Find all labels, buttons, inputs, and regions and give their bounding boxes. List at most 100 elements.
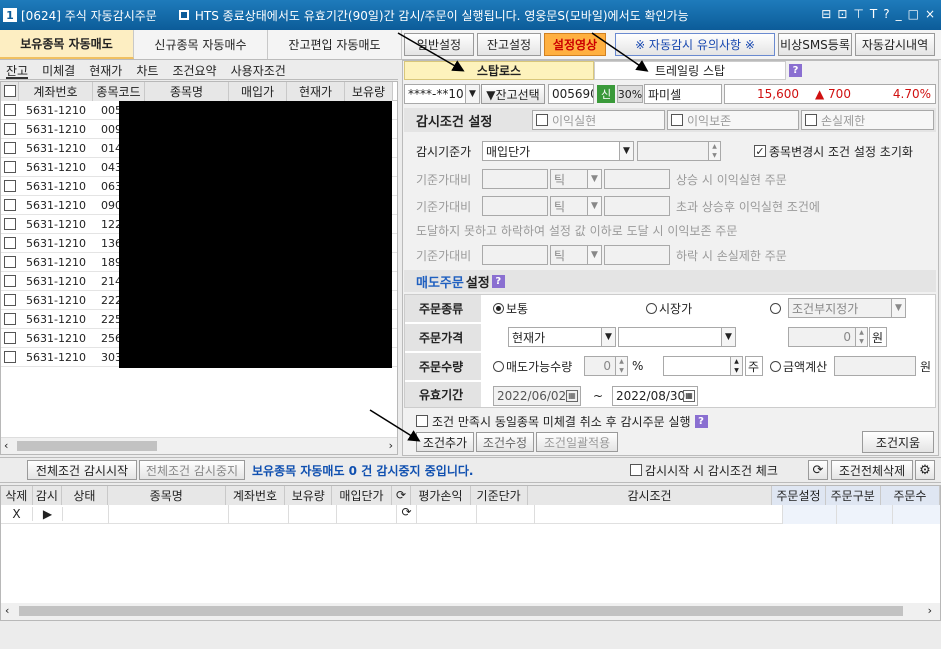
window-maximize-icon[interactable]: □ bbox=[908, 7, 919, 21]
account-select[interactable]: ****-**10 ▼ bbox=[404, 84, 480, 104]
order-type-normal[interactable]: 보통 bbox=[493, 298, 528, 318]
row-checkbox[interactable] bbox=[4, 104, 16, 116]
order-type-market[interactable]: 시장가 bbox=[646, 298, 692, 318]
subtab-unfilled[interactable]: 미체결 bbox=[42, 62, 75, 79]
date-from-calendar-icon[interactable]: ▦ bbox=[566, 390, 578, 402]
qty-sellable[interactable]: 매도가능수량 bbox=[493, 356, 572, 376]
option-loss[interactable]: 손실제한 bbox=[801, 110, 934, 130]
order-type-market-radio[interactable] bbox=[646, 302, 657, 314]
date-from-input[interactable]: 2022/06/02 ▦ bbox=[493, 386, 581, 406]
window-ctrl-font-icon[interactable]: T bbox=[870, 7, 877, 21]
order-type-cond-radio[interactable] bbox=[770, 303, 781, 314]
line4-unit-select[interactable]: 틱 ▼ bbox=[550, 245, 602, 265]
row-checkbox[interactable] bbox=[4, 294, 16, 306]
subtab-chart[interactable]: 차트 bbox=[136, 62, 158, 79]
trailing-help-icon[interactable]: ? bbox=[789, 64, 802, 77]
subtab-condition-summary[interactable]: 조건요약 bbox=[172, 62, 216, 79]
subtab-current-price[interactable]: 현재가 bbox=[89, 62, 122, 79]
date-to-input[interactable]: 2022/08/30 ▦ bbox=[612, 386, 698, 406]
settings-video-button[interactable]: 설정영상 bbox=[544, 33, 606, 56]
qty-percent-spin-icon[interactable]: ▲ ▼ bbox=[615, 357, 627, 375]
row-checkbox[interactable] bbox=[4, 256, 16, 268]
header-refresh-icon[interactable]: ⟳ bbox=[391, 486, 412, 505]
protect-checkbox[interactable] bbox=[671, 114, 683, 126]
order-type-dropdown-icon[interactable]: ▼ bbox=[891, 299, 905, 317]
subtab-user-condition[interactable]: 사용자조건 bbox=[231, 62, 286, 79]
scroll-thumb[interactable] bbox=[17, 441, 157, 451]
base-spin-icon[interactable]: ▲ ▼ bbox=[708, 142, 720, 160]
stop-all-button[interactable]: 전체조건 감시중지 bbox=[139, 460, 245, 480]
delete-all-button[interactable]: 조건전체삭제 bbox=[831, 460, 913, 480]
check-on-start[interactable]: 감시시작 시 감시조건 체크 bbox=[630, 460, 778, 480]
row-checkbox[interactable] bbox=[4, 237, 16, 249]
window-ctrl-link-icon[interactable]: ⊡ bbox=[837, 7, 847, 21]
base-price-select[interactable]: 매입단가 ▼ bbox=[482, 141, 634, 161]
tab-new-auto-buy[interactable]: 신규종목 자동매수 bbox=[134, 30, 268, 59]
stock-code-input[interactable]: 005690 bbox=[548, 84, 594, 104]
line4-dropdown-icon[interactable]: ▼ bbox=[587, 246, 601, 264]
price-sub-dropdown-icon[interactable]: ▼ bbox=[721, 328, 735, 346]
row-checkbox[interactable] bbox=[4, 313, 16, 325]
bottom-scroll-right-icon[interactable]: › bbox=[928, 604, 932, 617]
qty-sellable-radio[interactable] bbox=[493, 360, 504, 372]
emergency-sms-button[interactable]: 비상SMS등록 bbox=[778, 33, 852, 56]
row-checkbox[interactable] bbox=[4, 351, 16, 363]
row-checkbox[interactable] bbox=[4, 123, 16, 135]
qty-amount-radio[interactable] bbox=[770, 360, 781, 372]
row-checkbox[interactable] bbox=[4, 180, 16, 192]
account-dropdown-icon[interactable]: ▼ bbox=[465, 85, 479, 103]
tab-stoploss[interactable]: 스탑로스 bbox=[404, 61, 594, 80]
caution-button[interactable]: ※ 자동감시 유의사항 ※ bbox=[615, 33, 775, 56]
window-ctrl-help-icon[interactable]: ? bbox=[883, 7, 889, 21]
row-checkbox[interactable] bbox=[4, 161, 16, 173]
select-all-checkbox[interactable] bbox=[3, 85, 16, 97]
profit-checkbox[interactable] bbox=[536, 114, 548, 126]
row-checkbox[interactable] bbox=[4, 218, 16, 230]
subtab-balance[interactable]: 잔고 bbox=[6, 62, 29, 79]
modify-condition-button[interactable]: 조건수정 bbox=[476, 432, 534, 452]
base-price-spinner[interactable]: ▲ ▼ bbox=[637, 141, 721, 161]
base-price-dropdown-icon[interactable]: ▼ bbox=[619, 142, 633, 160]
price-sub-select[interactable]: ▼ bbox=[618, 327, 736, 347]
price-type-dropdown-icon[interactable]: ▼ bbox=[601, 328, 615, 346]
line1-unit-select[interactable]: 틱 ▼ bbox=[550, 169, 602, 189]
window-minimize-icon[interactable]: _ bbox=[896, 7, 902, 21]
option-profit[interactable]: 이익실현 bbox=[532, 110, 665, 130]
bottom-scroll-thumb[interactable] bbox=[19, 606, 903, 616]
clear-condition-button[interactable]: 조건지움 bbox=[862, 431, 934, 453]
line1-value[interactable] bbox=[482, 169, 548, 189]
settings-gear-icon[interactable]: ⚙ bbox=[915, 460, 935, 480]
option-protect[interactable]: 이익보존 bbox=[667, 110, 799, 130]
general-settings-button[interactable]: 일반설정 bbox=[404, 33, 474, 56]
row-refresh-icon[interactable]: ⟳ bbox=[397, 504, 417, 524]
line2-dropdown-icon[interactable]: ▼ bbox=[587, 197, 601, 215]
loss-checkbox[interactable] bbox=[805, 114, 817, 126]
date-to-calendar-icon[interactable]: ▦ bbox=[683, 390, 695, 402]
tab-holding-auto-sell[interactable]: 보유종목 자동매도 bbox=[0, 30, 134, 59]
qty-amount-input[interactable] bbox=[834, 356, 916, 376]
line4-value[interactable] bbox=[482, 245, 548, 265]
price-manual-input[interactable]: 0 ▲ ▼ bbox=[788, 327, 868, 347]
qty-amount[interactable]: 금액계산 bbox=[770, 356, 827, 376]
window-ctrl-pin-icon[interactable]: ⊤ bbox=[853, 7, 863, 21]
row-checkbox[interactable] bbox=[4, 199, 16, 211]
balance-settings-button[interactable]: 잔고설정 bbox=[477, 33, 541, 56]
horizontal-scrollbar[interactable]: ‹ › bbox=[1, 437, 397, 454]
line4-extra[interactable] bbox=[604, 245, 670, 265]
window-close-icon[interactable]: × bbox=[925, 7, 935, 21]
qty-shares-spin-icon[interactable]: ▲ ▼ bbox=[730, 357, 742, 375]
line1-extra[interactable] bbox=[604, 169, 670, 189]
check-on-start-checkbox[interactable] bbox=[630, 464, 642, 476]
row-checkbox[interactable] bbox=[4, 332, 16, 344]
sell-help-icon[interactable]: ? bbox=[491, 274, 505, 288]
window-ctrl-layout-icon[interactable]: ⊟ bbox=[821, 7, 831, 21]
line2-unit-select[interactable]: 틱 ▼ bbox=[550, 196, 602, 216]
order-type-normal-radio[interactable] bbox=[493, 302, 504, 314]
batch-apply-button[interactable]: 조건일괄적용 bbox=[536, 432, 618, 452]
line1-dropdown-icon[interactable]: ▼ bbox=[587, 170, 601, 188]
refresh-icon[interactable]: ⟳ bbox=[808, 460, 828, 480]
auto-monitor-history-button[interactable]: 자동감시내역 bbox=[855, 33, 935, 56]
bottom-scroll-left-icon[interactable]: ‹ bbox=[5, 604, 9, 617]
balance-select-button[interactable]: ▼잔고선택 bbox=[481, 84, 545, 104]
order-type-cond-select[interactable]: 조건부지정가 ▼ bbox=[788, 298, 906, 318]
